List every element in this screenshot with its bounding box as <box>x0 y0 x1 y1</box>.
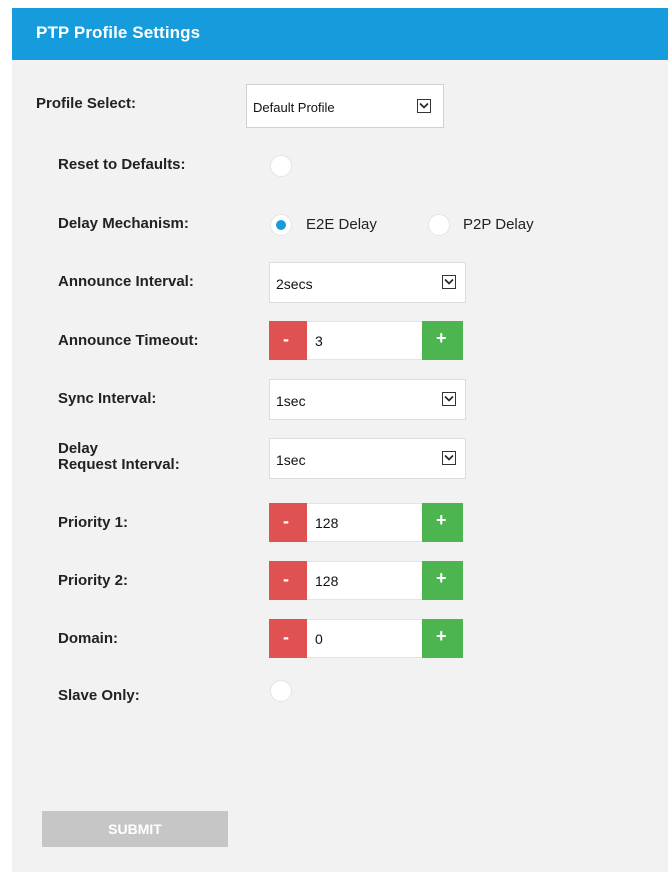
chevron-down-icon <box>442 451 456 465</box>
priority2-value: 128 <box>315 573 339 589</box>
priority2-label: Priority 2: <box>58 572 129 589</box>
announce-timeout-input[interactable]: 3 <box>307 321 422 360</box>
panel-header: PTP Profile Settings <box>12 8 668 60</box>
priority1-minus-button[interactable]: - <box>269 503 307 542</box>
plus-icon: + <box>436 626 447 646</box>
profile-select[interactable]: Default Profile <box>246 84 444 128</box>
domain-input[interactable]: 0 <box>307 619 422 658</box>
domain-label: Domain: <box>58 630 118 647</box>
plus-icon: + <box>436 510 447 530</box>
priority1-value: 128 <box>315 515 339 531</box>
profile-select-label: Profile Select: <box>36 95 137 112</box>
announce-timeout-label: Announce Timeout: <box>58 332 199 349</box>
delay-request-interval-value: 1sec <box>276 452 306 468</box>
announce-interval-value: 2secs <box>276 276 313 292</box>
panel-title: PTP Profile Settings <box>36 23 201 42</box>
chevron-down-icon <box>442 275 456 289</box>
minus-icon: - <box>283 569 289 589</box>
e2e-delay-label: E2E Delay <box>306 216 377 233</box>
priority2-input[interactable]: 128 <box>307 561 422 600</box>
profile-select-value: Default Profile <box>253 100 335 115</box>
domain-stepper: - 0 + <box>269 619 463 658</box>
chevron-down-icon <box>442 392 456 406</box>
priority2-stepper: - 128 + <box>269 561 463 600</box>
delay-request-interval-label-line1: Delay <box>58 440 99 457</box>
announce-timeout-value: 3 <box>315 333 323 349</box>
minus-icon: - <box>283 329 289 349</box>
slave-only-label: Slave Only: <box>58 687 140 704</box>
plus-icon: + <box>436 568 447 588</box>
chevron-down-icon <box>417 99 431 113</box>
slave-only-radio[interactable] <box>270 680 292 702</box>
sync-interval-value: 1sec <box>276 393 306 409</box>
priority1-plus-button[interactable]: + <box>422 503 463 542</box>
minus-icon: - <box>283 511 289 531</box>
ptp-profile-panel: PTP Profile Settings Profile Select: Def… <box>12 8 668 872</box>
sync-interval-label: Sync Interval: <box>58 390 157 407</box>
announce-interval-label: Announce Interval: <box>58 273 194 290</box>
sync-interval-select[interactable]: 1sec <box>269 379 466 420</box>
reset-defaults-label: Reset to Defaults: <box>58 156 186 173</box>
priority2-minus-button[interactable]: - <box>269 561 307 600</box>
delay-request-interval-select[interactable]: 1sec <box>269 438 466 479</box>
announce-interval-select[interactable]: 2secs <box>269 262 466 303</box>
delay-request-interval-label-line2: Request Interval: <box>58 456 180 473</box>
priority1-label: Priority 1: <box>58 514 129 531</box>
minus-icon: - <box>283 627 289 647</box>
priority1-stepper: - 128 + <box>269 503 463 542</box>
e2e-delay-radio[interactable] <box>270 214 292 236</box>
plus-icon: + <box>436 328 447 348</box>
delay-mechanism-label: Delay Mechanism: <box>58 215 189 232</box>
reset-defaults-radio[interactable] <box>270 155 292 177</box>
domain-plus-button[interactable]: + <box>422 619 463 658</box>
announce-timeout-stepper: - 3 + <box>269 321 463 360</box>
submit-button[interactable]: SUBMIT <box>42 811 228 847</box>
domain-value: 0 <box>315 631 323 647</box>
announce-timeout-minus-button[interactable]: - <box>269 321 307 360</box>
priority1-input[interactable]: 128 <box>307 503 422 542</box>
domain-minus-button[interactable]: - <box>269 619 307 658</box>
p2p-delay-radio[interactable] <box>428 214 450 236</box>
priority2-plus-button[interactable]: + <box>422 561 463 600</box>
announce-timeout-plus-button[interactable]: + <box>422 321 463 360</box>
p2p-delay-label: P2P Delay <box>463 216 534 233</box>
